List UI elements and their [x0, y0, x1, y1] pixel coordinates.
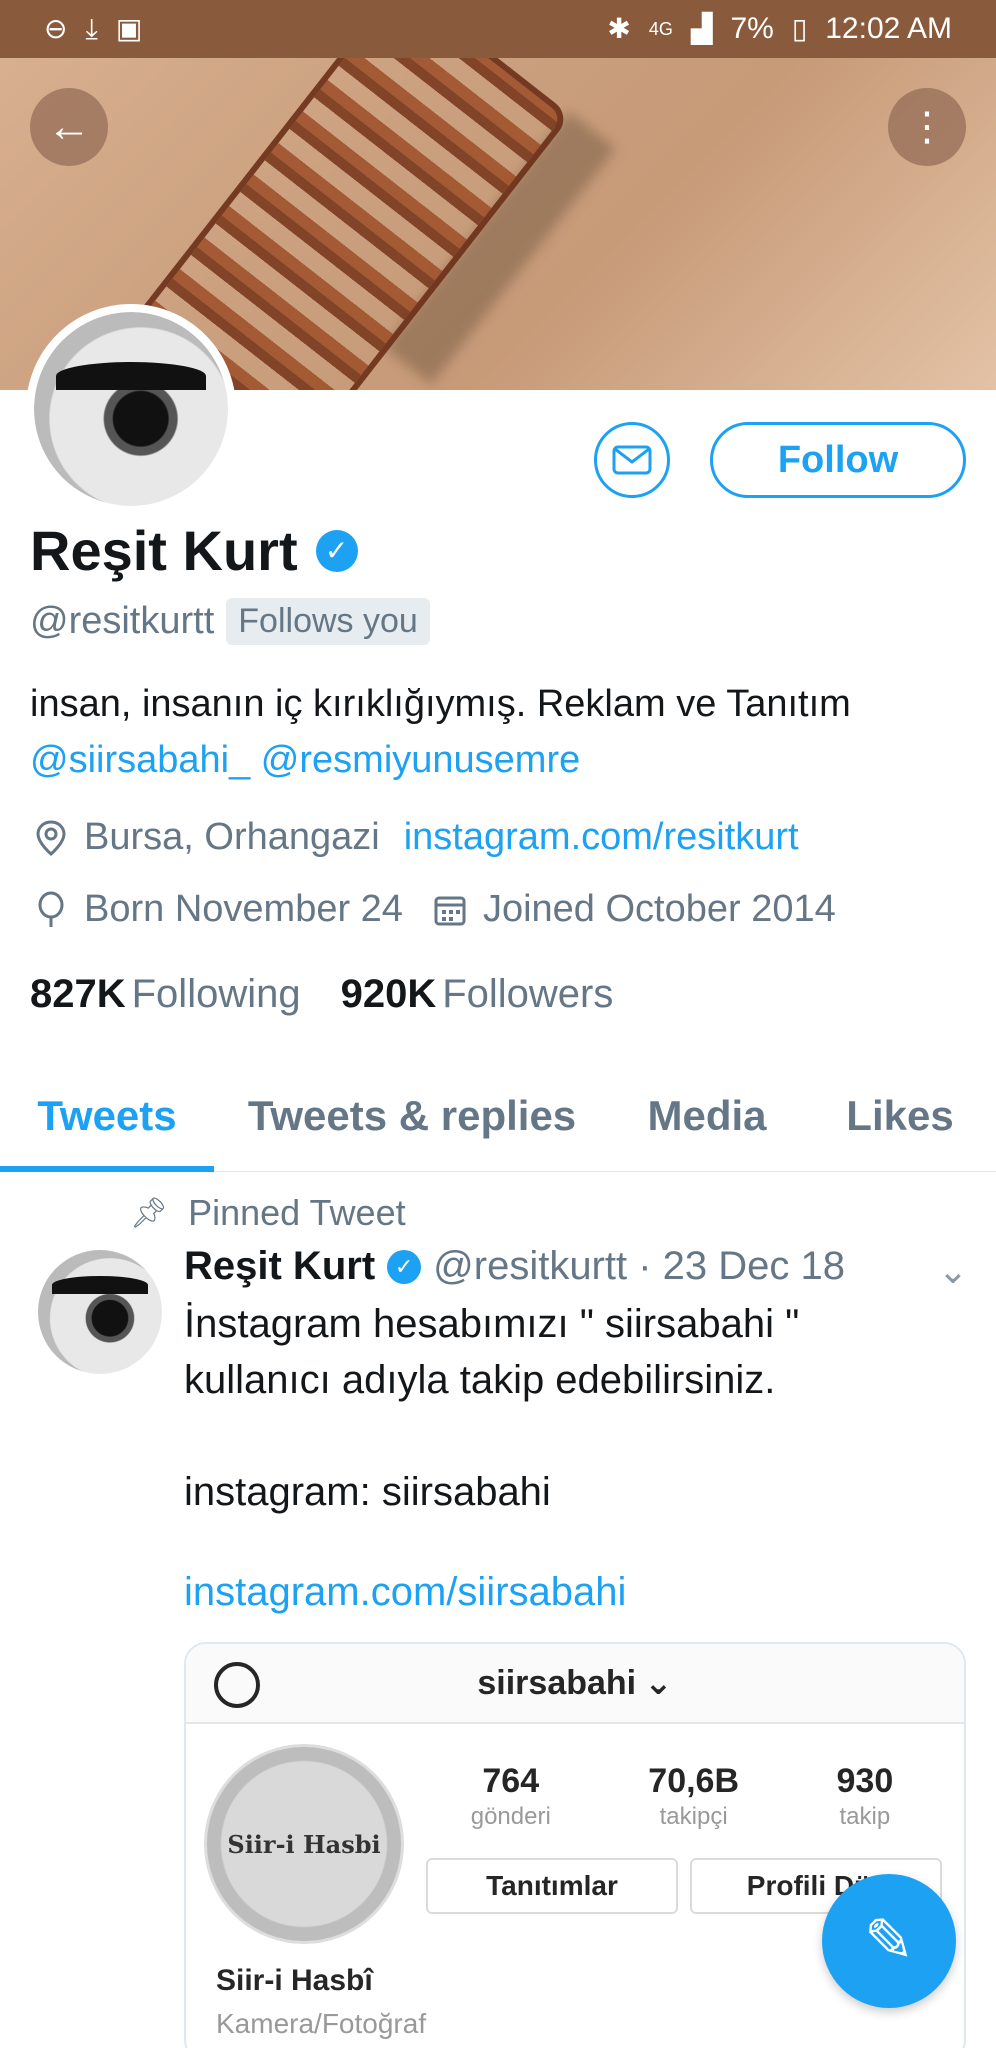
following-stat[interactable]: 827K Following [30, 972, 301, 1017]
dates-row: Born November 24 Joined October 2014 [30, 888, 836, 931]
pinned-indicator: 📌︎ Pinned Tweet [130, 1192, 406, 1234]
avatar-image [34, 312, 228, 506]
tweet-avatar[interactable] [38, 1250, 162, 1374]
verified-badge-icon: ✓ [387, 1249, 422, 1284]
profile-name: Reşit Kurt [30, 519, 298, 582]
profile-bio: insan, insanın iç kırıklığıymış. Reklam … [30, 676, 970, 788]
ig-header: siirsabahi ⌄ [186, 1644, 964, 1724]
bio-mention-resmiyunusemre[interactable]: @resmiyunusemre [261, 739, 580, 781]
status-left: ⊖ ⤓ ▣ [44, 15, 142, 43]
location-pin-icon [30, 817, 72, 859]
tweet-text: İnstagram hesabımızı " siirsabahi " kull… [184, 1302, 800, 1514]
followers-count: 920K [340, 972, 437, 1016]
chevron-down-icon[interactable]: ⌄ [938, 1250, 968, 1292]
profile-avatar[interactable] [26, 304, 236, 514]
name-row: Reşit Kurt ✓ [30, 518, 358, 583]
more-options-button[interactable]: ⋮ [888, 88, 966, 166]
ig-username: siirsabahi [477, 1663, 637, 1702]
ig-display-name: Siir-i Hasbî [216, 1964, 373, 1997]
ig-stat-followers: 70,6B takipçi [648, 1762, 739, 1831]
followers-label: Followers [442, 972, 614, 1016]
avatar-eyebrow [56, 362, 206, 390]
ig-promotions-button: Tanıtımlar [426, 1858, 678, 1914]
follows-you-badge: Follows you [226, 598, 430, 645]
ig-category: Kamera/Fotoğraf [216, 2008, 427, 2039]
tweet-meta: @resitkurtt · 23 Dec 18 [433, 1244, 845, 1288]
balloon-icon [30, 889, 72, 931]
status-time: 12:02 AM [825, 12, 952, 45]
status-right: ✱ 4G ▟ 7% ▯ 12:02 AM [607, 12, 952, 46]
download-icon: ⤓ [85, 13, 98, 44]
pinned-label: Pinned Tweet [188, 1192, 406, 1233]
ig-stat-following: 930 takip [837, 1762, 894, 1831]
website-link[interactable]: instagram.com/resitkurt [404, 816, 799, 859]
ig-stat-value: 70,6B [648, 1762, 740, 1800]
battery-icon: ▯ [791, 13, 808, 44]
tweet-link[interactable]: instagram.com/siirsabahi [184, 1570, 626, 1615]
battery-percent: 7% [730, 12, 774, 45]
tab-media[interactable]: Media [610, 1060, 804, 1171]
envelope-icon [612, 445, 652, 475]
signal-icon: ▟ [690, 13, 713, 44]
compose-feather-icon: ✎ [863, 1907, 915, 1974]
ig-stat-value: 764 [482, 1762, 540, 1800]
profile-handle: @resitkurtt [30, 600, 215, 642]
tab-likes[interactable]: Likes [804, 1060, 996, 1171]
bluetooth-icon: ✱ [607, 13, 631, 44]
following-label: Following [131, 972, 301, 1016]
calendar-icon [429, 889, 471, 931]
compose-tweet-button[interactable]: ✎ [822, 1874, 956, 2008]
profile-tabs: Tweets Tweets & replies Media Likes [0, 1060, 996, 1172]
handle-row: @resitkurtt Follows you [30, 598, 430, 645]
joined-text: Joined October 2014 [482, 888, 836, 930]
tweet-header: Reşit Kurt ✓ @resitkurtt · 23 Dec 18 [184, 1244, 845, 1289]
location-row: Bursa, Orhangazi instagram.com/resitkurt [30, 816, 799, 859]
do-not-disturb-icon: ⊖ [44, 13, 68, 44]
more-vertical-icon: ⋮ [907, 105, 947, 149]
status-bar: ⊖ ⤓ ▣ ✱ 4G ▟ 7% ▯ 12:02 AM [0, 0, 996, 58]
born-text: Born November 24 [84, 888, 403, 930]
bio-mention-siirsabahi[interactable]: @siirsabahi_ [30, 739, 250, 781]
network-icon: 4G [648, 19, 673, 39]
following-count: 827K [30, 972, 126, 1016]
ig-stat-label: gönderi [470, 1803, 551, 1830]
history-icon [214, 1662, 260, 1708]
bio-text: insan, insanın iç kırıklığıymış. Reklam … [30, 683, 851, 725]
ig-stat-label: takipçi [659, 1803, 728, 1830]
arrow-left-icon: ← [47, 102, 91, 151]
ig-profile-logo: Siir-i Hasbi [204, 1744, 404, 1944]
verified-badge-icon: ✓ [315, 529, 358, 572]
ig-stat-value: 930 [836, 1762, 894, 1800]
follow-stats: 827K Following 920K Followers [30, 972, 613, 1017]
tab-tweets-replies[interactable]: Tweets & replies [214, 1060, 610, 1171]
ig-logo-text: Siir-i Hasbi [227, 1829, 381, 1859]
follow-button[interactable]: Follow [710, 422, 966, 498]
pin-icon: 📌︎ [130, 1196, 169, 1230]
tweet-author-name[interactable]: Reşit Kurt [184, 1244, 375, 1289]
chevron-down-icon: ⌄ [644, 1664, 673, 1702]
followers-stat[interactable]: 920K Followers [341, 972, 614, 1017]
tab-tweets[interactable]: Tweets [0, 1060, 214, 1172]
location-text: Bursa, Orhangazi [84, 816, 380, 858]
activity-icon: ▣ [115, 13, 143, 44]
ig-stat-label: takip [839, 1803, 891, 1830]
back-button[interactable]: ← [30, 88, 108, 166]
ig-stats: 764 gönderi 70,6B takipçi 930 takip [422, 1762, 942, 1831]
message-button[interactable] [594, 422, 670, 498]
ig-stat-posts: 764 gönderi [471, 1762, 551, 1831]
